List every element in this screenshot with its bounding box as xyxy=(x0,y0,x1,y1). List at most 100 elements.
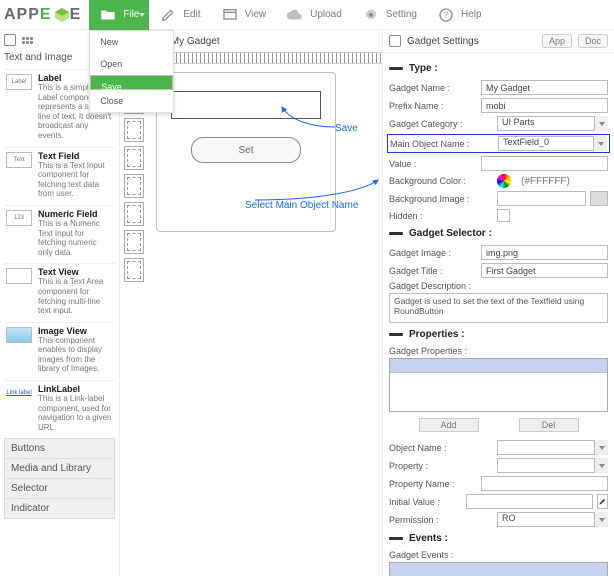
component-textview[interactable]: Text ViewThis is a Text Area component f… xyxy=(4,263,115,321)
object-name-select[interactable] xyxy=(497,440,608,455)
collapse-icon[interactable] xyxy=(389,67,403,70)
menu-file-label: File xyxy=(123,9,139,20)
menu-setting[interactable]: Setting xyxy=(352,0,427,30)
screen-thumb[interactable] xyxy=(124,174,144,198)
set-button[interactable]: Set xyxy=(191,137,301,163)
chevron-down-icon xyxy=(594,440,608,455)
gadget-properties-list[interactable] xyxy=(389,358,608,412)
bgimage-browse-button[interactable] xyxy=(590,191,608,206)
file-dropdown: New Open Save Close xyxy=(89,30,174,113)
section-props-header: Properties : xyxy=(409,329,465,340)
file-save[interactable]: Save xyxy=(90,75,173,90)
component-numericfield[interactable]: 123 Numeric FieldThis is a Numeric Text … xyxy=(4,205,115,263)
screen-thumb[interactable] xyxy=(124,258,144,282)
menu-file[interactable]: File New Open Save Close xyxy=(89,0,149,30)
gadget-desc-input[interactable]: Gadget is used to set the text of the Te… xyxy=(389,293,608,323)
gadget-desc-label: Gadget Description : xyxy=(389,281,608,291)
prefix-name-label: Prefix Name : xyxy=(389,101,477,111)
property-label: Property : xyxy=(389,461,493,471)
screen-thumb[interactable] xyxy=(124,202,144,226)
menu-view-label: View xyxy=(245,9,267,20)
grid-view-icon xyxy=(22,37,33,44)
section-type-header: Type : xyxy=(409,63,438,74)
component-thumb xyxy=(6,327,32,343)
app-logo: APPE E xyxy=(4,6,81,24)
folder-icon xyxy=(99,6,117,24)
bgcolor-label: Background Color : xyxy=(389,176,493,186)
component-desc: This is a Numeric Text Input for fetchin… xyxy=(38,219,113,257)
accordion-buttons[interactable]: Buttons xyxy=(4,438,115,458)
chevron-down-icon xyxy=(594,116,608,131)
permission-select[interactable]: RO xyxy=(497,512,608,527)
component-thumb: 123 xyxy=(6,210,32,226)
screen-thumb[interactable] xyxy=(124,146,144,170)
property-select[interactable] xyxy=(497,458,608,473)
component-desc: This is a Link-label component, used for… xyxy=(38,394,113,432)
menu-view[interactable]: View xyxy=(211,0,277,30)
gadget-events-label: Gadget Events : xyxy=(389,550,608,560)
gadget-category-label: Gadget Category : xyxy=(389,119,493,129)
gadget-name-input[interactable] xyxy=(481,80,608,95)
screen-thumb[interactable] xyxy=(124,118,144,142)
del-button[interactable]: Del xyxy=(519,418,579,432)
gear-icon xyxy=(362,6,380,24)
accordion-media[interactable]: Media and Library xyxy=(4,458,115,478)
menu-help-label: Help xyxy=(461,9,482,20)
component-accordion: Buttons Media and Library Selector Indic… xyxy=(4,438,115,519)
file-close[interactable]: Close xyxy=(90,90,173,112)
app-button[interactable]: App xyxy=(542,34,572,48)
list-view-icon xyxy=(4,34,16,46)
component-thumb: Label xyxy=(6,74,32,90)
screen-thumb[interactable] xyxy=(124,230,144,254)
hidden-checkbox[interactable] xyxy=(497,209,510,222)
component-thumb xyxy=(6,268,32,284)
bgcolor-value: (#FFFFFF) xyxy=(521,176,570,187)
initial-value-label: Initial Value : xyxy=(389,497,462,507)
property-name-input[interactable] xyxy=(481,476,608,491)
edit-icon xyxy=(159,6,177,24)
component-linklabel[interactable]: Link label LinkLabelThis is a Link-label… xyxy=(4,380,115,438)
collapse-icon[interactable] xyxy=(389,232,403,235)
edit-icon[interactable] xyxy=(597,494,608,509)
object-name-label: Object Name : xyxy=(389,443,493,453)
accordion-selector[interactable]: Selector xyxy=(4,478,115,498)
bgimage-input[interactable] xyxy=(497,191,586,206)
prefix-name-input[interactable] xyxy=(481,98,608,113)
accordion-indicator[interactable]: Indicator xyxy=(4,498,115,519)
gadget-name-label: Gadget Name : xyxy=(389,83,477,93)
component-imageview[interactable]: Image ViewThis component enables to disp… xyxy=(4,322,115,380)
gadget-events-list[interactable] xyxy=(389,562,608,576)
collapse-icon[interactable] xyxy=(389,537,403,540)
color-picker-icon[interactable] xyxy=(497,174,511,188)
help-icon: ? xyxy=(437,6,455,24)
chevron-down-icon xyxy=(594,458,608,473)
gadget-image-input[interactable] xyxy=(481,245,608,260)
menu-upload[interactable]: Upload xyxy=(276,0,352,30)
gadget-title-input[interactable] xyxy=(481,263,608,278)
menu-setting-label: Setting xyxy=(386,9,417,20)
property-name-label: Property Name : xyxy=(389,479,477,489)
gadget-title-label: Gadget Title : xyxy=(389,266,477,276)
logo-mark-icon xyxy=(54,7,70,23)
collapse-icon[interactable] xyxy=(389,333,403,336)
permission-label: Permission : xyxy=(389,515,493,525)
menu-edit[interactable]: Edit xyxy=(149,0,210,30)
hidden-label: Hidden : xyxy=(389,211,493,221)
textfield-widget[interactable] xyxy=(171,91,321,119)
value-input[interactable] xyxy=(481,156,608,171)
initial-value-input[interactable] xyxy=(466,494,593,509)
main-object-select[interactable]: TextField_0 xyxy=(498,136,607,151)
chevron-down-icon xyxy=(593,136,607,151)
gadget-category-select[interactable]: UI Parts xyxy=(497,116,608,131)
component-textfield[interactable]: Text Text FieldThis is a Text Input comp… xyxy=(4,147,115,205)
canvas-tab-title: My Gadget xyxy=(171,36,220,47)
file-new[interactable]: New xyxy=(90,31,173,53)
file-open[interactable]: Open xyxy=(90,53,173,75)
design-canvas[interactable]: Set xyxy=(156,72,336,232)
component-desc: This is a Text Input component for fetch… xyxy=(38,161,113,199)
component-name: Text Field xyxy=(38,151,113,161)
doc-button[interactable]: Doc xyxy=(578,34,608,48)
menu-help[interactable]: ? Help xyxy=(427,0,492,30)
bgimage-label: Background Image : xyxy=(389,194,493,204)
add-button[interactable]: Add xyxy=(419,418,479,432)
